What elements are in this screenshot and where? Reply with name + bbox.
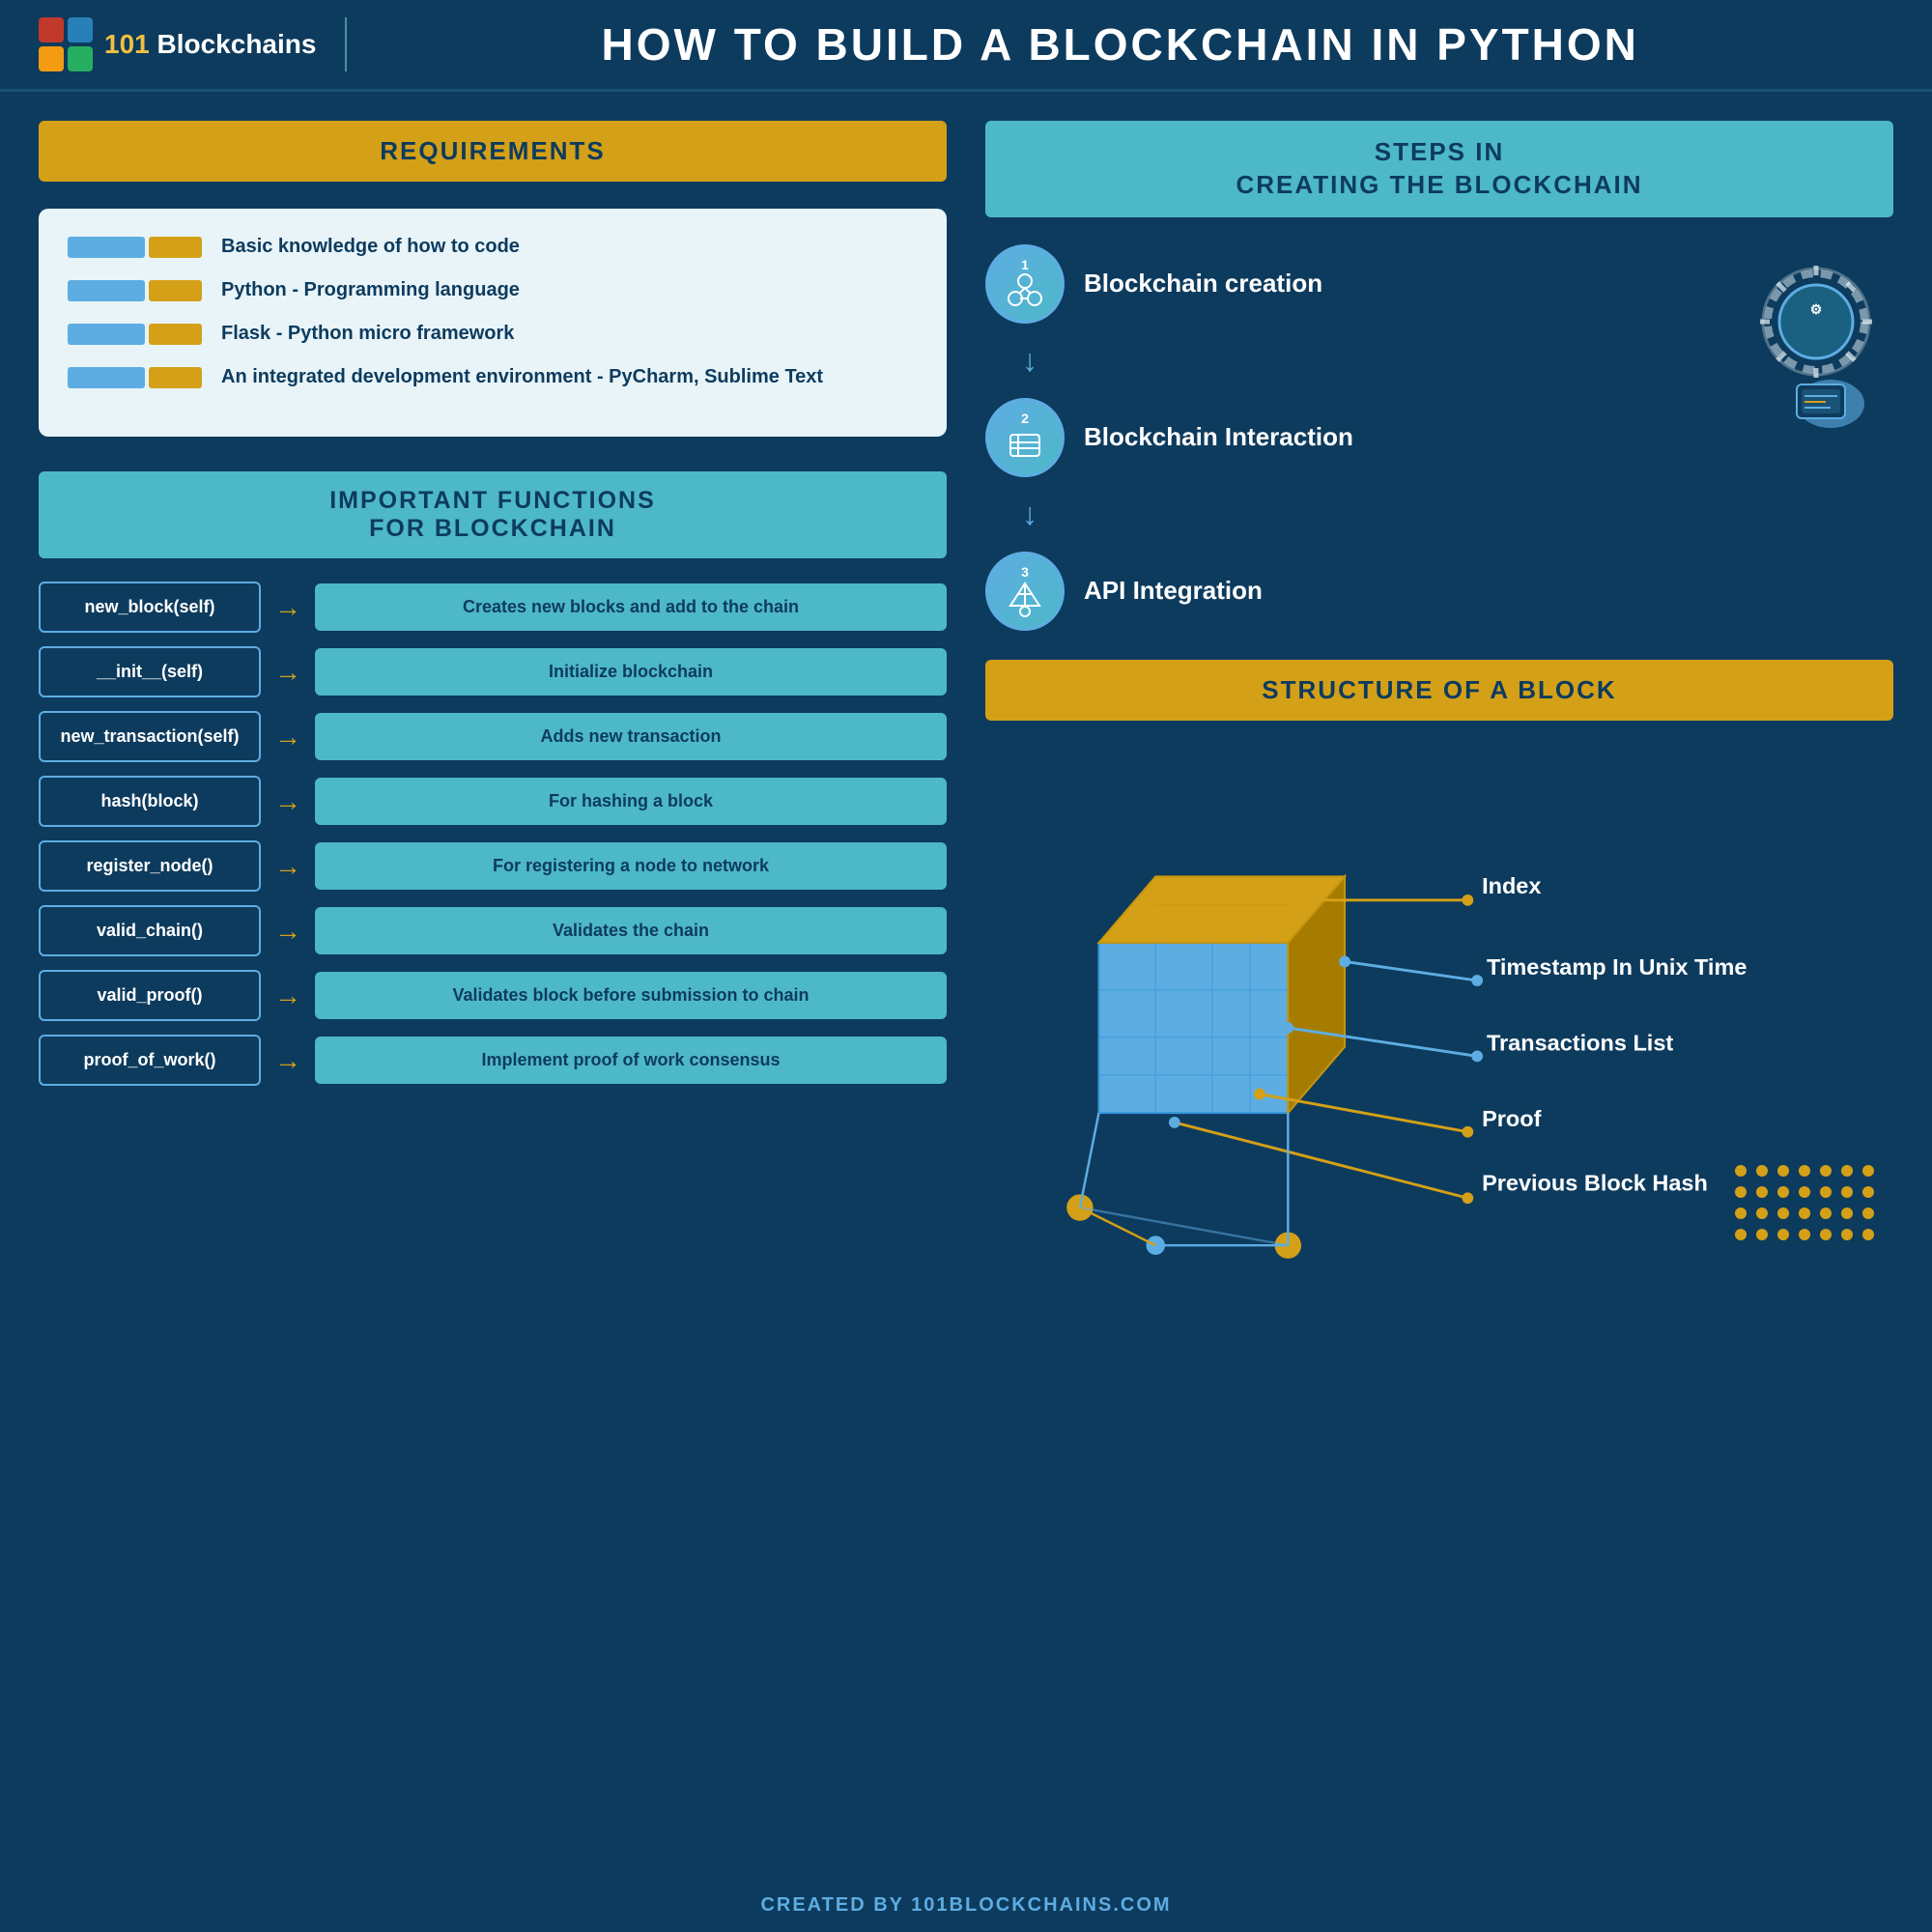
req-bar-2 <box>68 280 202 301</box>
arrow-icon-5: → <box>274 916 301 947</box>
right-panel: STEPS IN CREATING THE BLOCKCHAIN 1 <box>985 121 1893 1308</box>
func-item-7: proof_of_work() → Implement proof of wor… <box>39 1035 947 1086</box>
api-gear-area: ⚙ <box>1739 244 1893 442</box>
arrow-icon-6: → <box>274 980 301 1011</box>
func-name-7: proof_of_work() <box>39 1035 261 1086</box>
logo-text: 101 Blockchains <box>104 29 316 60</box>
svg-text:Proof: Proof <box>1482 1105 1542 1130</box>
func-item-5: valid_chain() → Validates the chain <box>39 905 947 956</box>
func-name-2: new_transaction(self) <box>39 711 261 762</box>
page-title: HOW TO BUILD A BLOCKCHAIN IN PYTHON <box>347 18 1893 71</box>
step-arrow-2: ↓ <box>1022 497 1710 532</box>
func-desc-2: Adds new transaction <box>315 713 947 760</box>
header: 101 Blockchains HOW TO BUILD A BLOCKCHAI… <box>0 0 1932 92</box>
func-desc-7: Implement proof of work consensus <box>315 1037 947 1084</box>
req-bar-3 <box>68 324 202 345</box>
functions-list: new_block(self) → Creates new blocks and… <box>39 582 947 1086</box>
blockchain-icon-2 <box>1006 425 1044 464</box>
arrow-icon-7: → <box>274 1045 301 1076</box>
func-name-6: valid_proof() <box>39 970 261 1021</box>
step-label-1: Blockchain creation <box>1084 269 1322 298</box>
logo-sq-yellow <box>39 46 64 71</box>
svg-text:Transactions List: Transactions List <box>1487 1030 1673 1055</box>
arrow-icon-4: → <box>274 851 301 882</box>
arrow-icon-3: → <box>274 786 301 817</box>
step-bubble-3: 3 <box>985 552 1065 631</box>
gear-svg: ⚙ <box>1739 244 1893 438</box>
req-item-3: Flask - Python micro framework <box>68 323 918 345</box>
svg-text:Timestamp In Unix Time: Timestamp In Unix Time <box>1487 954 1747 980</box>
func-desc-1: Initialize blockchain <box>315 648 947 696</box>
blockchain-icon-3 <box>1006 579 1044 617</box>
req-item-2: Python - Programming language <box>68 279 918 301</box>
requirements-box: Basic knowledge of how to code Python - … <box>39 209 947 437</box>
func-desc-4: For registering a node to network <box>315 842 947 890</box>
step-row-2: 2 Blockchain Interaction <box>985 398 1710 477</box>
func-item-2: new_transaction(self) → Adds new transac… <box>39 711 947 762</box>
step-arrow-1: ↓ <box>1022 343 1710 379</box>
logo-area: 101 Blockchains <box>39 17 347 71</box>
requirements-header: REQUIREMENTS <box>39 121 947 182</box>
svg-text:Previous Block Hash: Previous Block Hash <box>1482 1170 1708 1195</box>
logo-icon <box>39 17 93 71</box>
func-item-0: new_block(self) → Creates new blocks and… <box>39 582 947 633</box>
step-row-3: 3 API Integration <box>985 552 1710 631</box>
step-row-1: 1 Blockchain creation <box>985 244 1710 324</box>
req-text-2: Python - Programming language <box>221 279 520 301</box>
func-desc-5: Validates the chain <box>315 907 947 954</box>
arrow-icon-2: → <box>274 722 301 753</box>
left-panel: REQUIREMENTS Basic knowledge of how to c… <box>39 121 947 1308</box>
func-name-5: valid_chain() <box>39 905 261 956</box>
func-desc-0: Creates new blocks and add to the chain <box>315 583 947 631</box>
logo-sq-blue <box>68 17 93 43</box>
func-desc-6: Validates block before submission to cha… <box>315 972 947 1019</box>
dot-pattern <box>1735 1165 1874 1250</box>
func-name-3: hash(block) <box>39 776 261 827</box>
step-label-2: Blockchain Interaction <box>1084 422 1353 452</box>
func-name-1: __init__(self) <box>39 646 261 697</box>
req-text-1: Basic knowledge of how to code <box>221 236 520 258</box>
functions-header: IMPORTANT FUNCTIONS FOR BLOCKCHAIN <box>39 471 947 558</box>
svg-text:Index: Index <box>1482 873 1541 898</box>
req-item-4: An integrated development environment - … <box>68 366 918 388</box>
func-item-6: valid_proof() → Validates block before s… <box>39 970 947 1021</box>
svg-text:⚙: ⚙ <box>1810 301 1823 317</box>
blockchain-icon-1 <box>1006 271 1044 310</box>
func-name-0: new_block(self) <box>39 582 261 633</box>
step-bubble-2: 2 <box>985 398 1065 477</box>
arrow-icon-1: → <box>274 657 301 688</box>
step-bubble-1: 1 <box>985 244 1065 324</box>
functions-title: IMPORTANT FUNCTIONS FOR BLOCKCHAIN <box>329 487 656 542</box>
req-bar-1 <box>68 237 202 258</box>
steps-line1: STEPS IN <box>1375 137 1504 166</box>
steps-header: STEPS IN CREATING THE BLOCKCHAIN <box>985 121 1893 217</box>
steps-line2: CREATING THE BLOCKCHAIN <box>1236 170 1642 199</box>
func-item-3: hash(block) → For hashing a block <box>39 776 947 827</box>
req-text-4: An integrated development environment - … <box>221 366 823 388</box>
req-item-1: Basic knowledge of how to code <box>68 236 918 258</box>
func-name-4: register_node() <box>39 840 261 892</box>
step-label-3: API Integration <box>1084 576 1263 606</box>
func-desc-3: For hashing a block <box>315 778 947 825</box>
arrow-icon-0: → <box>274 592 301 623</box>
footer: CREATED BY 101BLOCKCHAINS.COM <box>0 1894 1932 1917</box>
logo-sq-red <box>39 17 64 43</box>
steps-list: 1 Blockchain creation ↓ <box>985 244 1710 631</box>
logo-sq-green <box>68 46 93 71</box>
block-structure-diagram: Index Timestamp In Unix Time Transaction… <box>985 748 1893 1308</box>
func-item-1: __init__(self) → Initialize blockchain <box>39 646 947 697</box>
req-bar-4 <box>68 367 202 388</box>
func-item-4: register_node() → For registering a node… <box>39 840 947 892</box>
structure-header: STRUCTURE OF A BLOCK <box>985 660 1893 721</box>
req-text-3: Flask - Python micro framework <box>221 323 514 345</box>
